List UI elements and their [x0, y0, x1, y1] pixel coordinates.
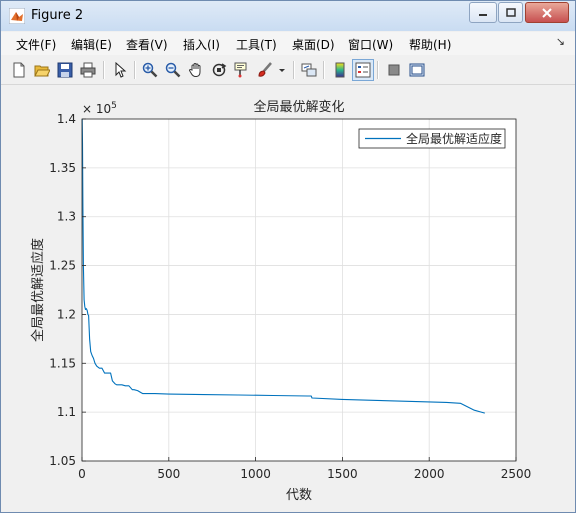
pan-button[interactable] — [186, 60, 206, 80]
figure-canvas: 0 500 1000 1500 2000 2500 1.05 1.1 1.15 1.2 1.25 1… — [6, 86, 570, 506]
link-plot-button[interactable] — [299, 60, 319, 80]
legend-entry-label: 全局最优解适应度 — [406, 131, 502, 146]
minimize-button[interactable] — [469, 2, 497, 23]
x-tick-label: 2500 — [501, 467, 532, 481]
zoom-in-icon — [142, 62, 158, 78]
figure-window: Figure 2 文件(F) 编辑(E) 查看(V) 插入(I) 工具(T) 桌… — [0, 0, 576, 513]
brush-icon — [258, 62, 272, 77]
close-icon — [542, 7, 552, 18]
menu-desktop[interactable]: 桌面(D) — [292, 36, 335, 53]
legend-button[interactable] — [352, 59, 374, 81]
link-plot-icon — [301, 63, 317, 77]
toolbar-separator — [377, 61, 379, 79]
hide-plot-tools-icon — [388, 64, 400, 76]
menu-help[interactable]: 帮助(H) — [409, 36, 451, 53]
window-title: Figure 2 — [31, 8, 84, 23]
minimize-icon — [479, 13, 487, 16]
menu-tools[interactable]: 工具(T) — [236, 36, 277, 53]
y-tick-label: 1.2 — [57, 307, 76, 321]
toolbar-separator — [103, 61, 105, 79]
save-icon — [57, 62, 73, 78]
colorbar-icon — [335, 62, 345, 78]
toolbar-separator — [293, 61, 295, 79]
y-exponent-base: × 10 — [82, 102, 111, 116]
maximize-button[interactable] — [498, 2, 523, 23]
brush-dropdown-button[interactable] — [277, 60, 287, 80]
y-tick-label: 1.25 — [49, 259, 76, 273]
y-tick-label: 1.35 — [49, 161, 76, 175]
menu-view[interactable]: 查看(V) — [126, 36, 168, 53]
new-figure-button[interactable] — [9, 60, 29, 80]
chart-title: 全局最优解变化 — [253, 99, 344, 115]
y-tick-label: 1.05 — [49, 454, 76, 468]
menu-edit[interactable]: 编辑(E) — [71, 36, 112, 53]
zoom-out-icon — [165, 62, 181, 78]
save-button[interactable] — [55, 60, 75, 80]
title-bar[interactable]: Figure 2 — [1, 1, 575, 31]
figure-toolbar — [1, 56, 575, 85]
axes-background[interactable] — [82, 119, 516, 461]
toolbar-separator — [134, 61, 136, 79]
x-tick-label: 2000 — [414, 467, 445, 481]
dropdown-arrow-icon — [279, 69, 285, 72]
y-tick-label: 1.1 — [57, 405, 76, 419]
y-axis-label: 全局最优解适应度 — [30, 238, 46, 342]
y-tick-label: 1.4 — [57, 112, 76, 126]
menu-insert[interactable]: 插入(I) — [183, 36, 220, 53]
y-tick-label: 1.3 — [57, 210, 76, 224]
hide-plot-tools-button[interactable] — [384, 60, 404, 80]
menubar-dock-arrow-icon[interactable]: ↘ — [556, 35, 565, 48]
rotate-3d-icon — [212, 63, 227, 77]
select-button[interactable] — [110, 60, 130, 80]
y-exponent-power: 5 — [111, 101, 117, 111]
y-axis-exponent: × 105 — [82, 101, 117, 116]
data-cursor-icon — [234, 62, 247, 78]
x-tick-label: 500 — [157, 467, 180, 481]
plot-svg: 0 500 1000 1500 2000 2500 1.051.11.151.21.251… — [30, 99, 532, 503]
legend[interactable]: 全局最优解适应度 — [358, 128, 506, 149]
rotate-3d-button[interactable] — [209, 60, 229, 80]
y-axis-ticks: 1.05 1.1 1.15 1.2 1.25 1.3 1.35 1.4 — [49, 112, 86, 468]
menu-window[interactable]: 窗口(W) — [348, 36, 393, 53]
new-figure-icon — [13, 62, 25, 78]
show-plot-tools-icon — [409, 63, 425, 77]
legend-icon — [355, 62, 371, 78]
y-tick-label: 1.15 — [49, 356, 76, 370]
menu-file[interactable]: 文件(F) — [16, 36, 56, 53]
print-button[interactable] — [78, 60, 98, 80]
x-axis-label: 代数 — [286, 488, 312, 503]
open-file-icon — [34, 65, 50, 77]
print-icon — [80, 62, 96, 78]
x-tick-label: 1000 — [240, 467, 271, 481]
x-tick-label: 0 — [78, 467, 86, 481]
select-arrow-icon — [115, 62, 127, 78]
menu-bar: 文件(F) 编辑(E) 查看(V) 插入(I) 工具(T) 桌面(D) 窗口(W… — [1, 32, 575, 55]
data-cursor-button[interactable] — [232, 60, 252, 80]
show-plot-tools-button[interactable] — [407, 60, 427, 80]
colorbar-button[interactable] — [330, 60, 350, 80]
open-file-button[interactable] — [32, 60, 52, 80]
close-button[interactable] — [525, 2, 569, 23]
pan-hand-icon — [188, 62, 201, 78]
zoom-in-button[interactable] — [140, 60, 160, 80]
x-tick-label: 1500 — [327, 467, 358, 481]
matlab-app-icon — [9, 8, 25, 24]
zoom-out-button[interactable] — [163, 60, 183, 80]
brush-button[interactable] — [255, 60, 275, 80]
toolbar-separator — [323, 61, 325, 79]
maximize-icon — [505, 7, 516, 17]
